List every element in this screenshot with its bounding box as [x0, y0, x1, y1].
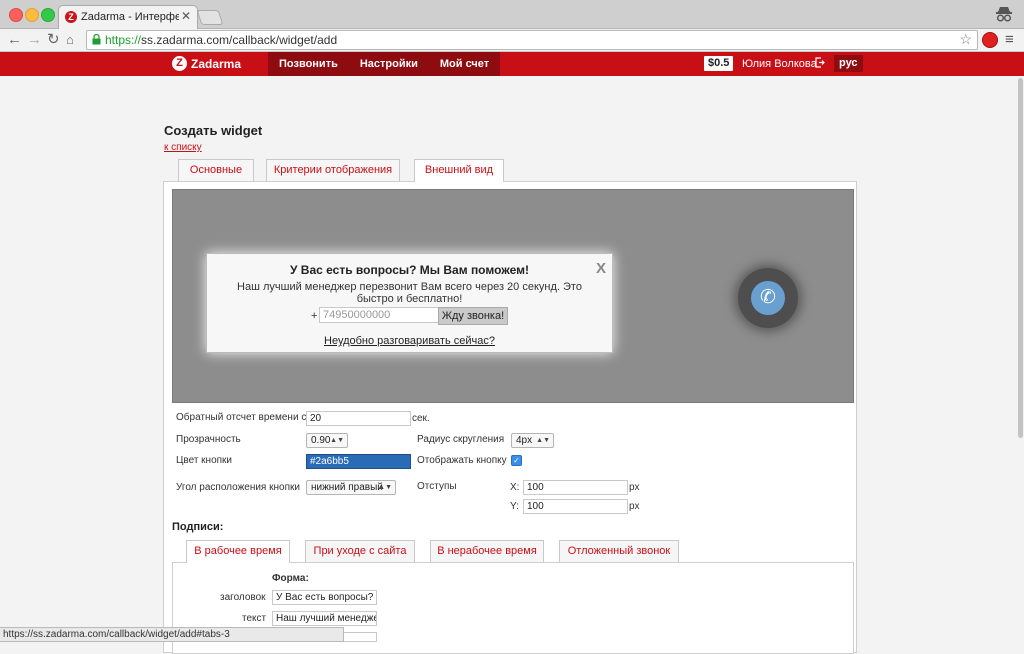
browser-tabstrip: Z Zadarma - Интерфейс пол ✕ [0, 0, 1024, 29]
caption-header-label: заголовок [220, 592, 266, 603]
tab-delayed-call[interactable]: Отложенный звонок [559, 540, 679, 562]
offset-x-label: X: [510, 482, 520, 493]
button-color-input[interactable]: #2a6bb5 [306, 454, 411, 469]
countdown-label: Обратный отсчет времени с [176, 412, 307, 423]
caption-header-input[interactable]: У Вас есть вопросы? Мы [272, 590, 377, 605]
logo-text[interactable]: Zadarma [191, 57, 241, 71]
phone-icon: ✆ [751, 281, 785, 315]
countdown-input[interactable]: 20 [306, 411, 411, 426]
tab-appearance[interactable]: Внешний вид [414, 159, 504, 182]
tab-basic[interactable]: Основные [178, 159, 254, 181]
caption-text-input[interactable]: Наш лучший менеджер [272, 611, 377, 626]
scrollbar-thumb[interactable] [1018, 78, 1023, 438]
user-name[interactable]: Юлия Волкова [742, 58, 817, 70]
forward-arrow-icon[interactable]: → [27, 30, 42, 50]
page-title: Создать widget [164, 123, 263, 138]
show-button-checkbox[interactable]: ✓ [511, 455, 522, 466]
show-button-label: Отображать кнопку [417, 455, 507, 466]
offset-y-label: Y: [510, 501, 519, 512]
countdown-unit: сек. [412, 413, 430, 424]
reload-icon[interactable]: ↻ [47, 30, 60, 50]
browser-tab[interactable]: Z Zadarma - Интерфейс пол ✕ [58, 5, 198, 29]
button-color-label: Цвет кнопки [176, 455, 233, 466]
form-title: Форма: [272, 573, 309, 584]
browser-toolbar: ← → ↻ ⌂ https://ss.zadarma.com/callback/… [0, 29, 1024, 52]
nav-call[interactable]: Позвонить [268, 52, 349, 76]
corner-label: Угол расположения кнопки [176, 482, 300, 493]
tab-working-hours[interactable]: В рабочее время [186, 540, 290, 563]
offset-x-unit: px [629, 482, 640, 493]
bookmark-star-icon[interactable]: ☆ [959, 31, 972, 48]
opacity-label: Прозрачность [176, 434, 241, 445]
corner-select[interactable]: нижний правый ▲▼ [306, 480, 396, 495]
incognito-icon [996, 7, 1012, 22]
tab-on-leave[interactable]: При уходе с сайта [305, 540, 415, 562]
zadarma-logo-icon[interactable]: Z [172, 56, 187, 71]
captions-title: Подписи: [172, 521, 224, 533]
extension-icon[interactable] [982, 32, 998, 48]
offset-x-input[interactable]: 100 [523, 480, 628, 495]
widget-preview-popup: У Вас есть вопросы? Мы Вам поможем! X На… [206, 253, 613, 353]
nav-account[interactable]: Мой счет [428, 52, 501, 76]
caption-text-label: текст [242, 613, 267, 624]
popup-title: У Вас есть вопросы? Мы Вам поможем! [290, 263, 529, 277]
back-arrow-icon[interactable]: ← [7, 30, 22, 50]
lock-icon [92, 34, 101, 45]
radius-label: Радиус скругления [417, 434, 505, 445]
zadarma-favicon-icon: Z [65, 11, 77, 23]
main-nav: Позвонить Настройки Мой счет [268, 52, 501, 76]
opacity-select[interactable]: 0.90 ▲▼ [306, 433, 348, 448]
url-text: https://ss.zadarma.com/callback/widget/a… [105, 33, 338, 47]
offset-y-unit: px [629, 501, 640, 512]
popup-close-icon[interactable]: X [596, 260, 606, 277]
offsets-label: Отступы [417, 481, 457, 492]
select-arrows-icon: ▲▼ [330, 437, 344, 444]
popup-text: Наш лучший менеджер перезвонит Вам всего… [237, 281, 582, 305]
back-to-list-link[interactable]: к списку [164, 142, 202, 153]
offset-y-input[interactable]: 100 [523, 499, 628, 514]
popup-later-link[interactable]: Неудобно разговаривать сейчас? [207, 335, 612, 347]
radius-select[interactable]: 4px ▲▼ [511, 433, 554, 448]
new-tab-button[interactable] [196, 10, 224, 25]
logout-icon[interactable] [815, 57, 825, 68]
address-bar[interactable]: https://ss.zadarma.com/callback/widget/a… [86, 30, 978, 50]
home-icon[interactable]: ⌂ [66, 30, 74, 50]
popup-call-button[interactable]: Жду звонка! [438, 307, 508, 325]
minimize-window-icon[interactable] [25, 8, 39, 22]
balance-badge[interactable]: $0.5 [704, 56, 734, 71]
popup-phone-input[interactable]: 74950000000 [319, 307, 441, 323]
phone-prefix: + [311, 310, 318, 322]
select-arrows-icon: ▲▼ [536, 437, 550, 444]
browser-menu-icon[interactable]: ≡ [1005, 31, 1014, 48]
browser-tab-title: Zadarma - Интерфейс пол [81, 11, 179, 23]
tab-close-icon[interactable]: ✕ [181, 9, 191, 23]
select-arrows-icon: ▲▼ [378, 484, 392, 491]
language-switch[interactable]: рус [834, 55, 863, 72]
nav-settings[interactable]: Настройки [348, 52, 429, 76]
close-window-icon[interactable] [9, 8, 23, 22]
tab-non-working-hours[interactable]: В нерабочее время [430, 540, 544, 562]
callback-button-preview[interactable]: ✆ [738, 268, 798, 328]
site-header: Z Zadarma Позвонить Настройки Мой счет $… [0, 52, 1024, 76]
maximize-window-icon[interactable] [41, 8, 55, 22]
tab-display-criteria[interactable]: Критерии отображения [266, 159, 400, 181]
